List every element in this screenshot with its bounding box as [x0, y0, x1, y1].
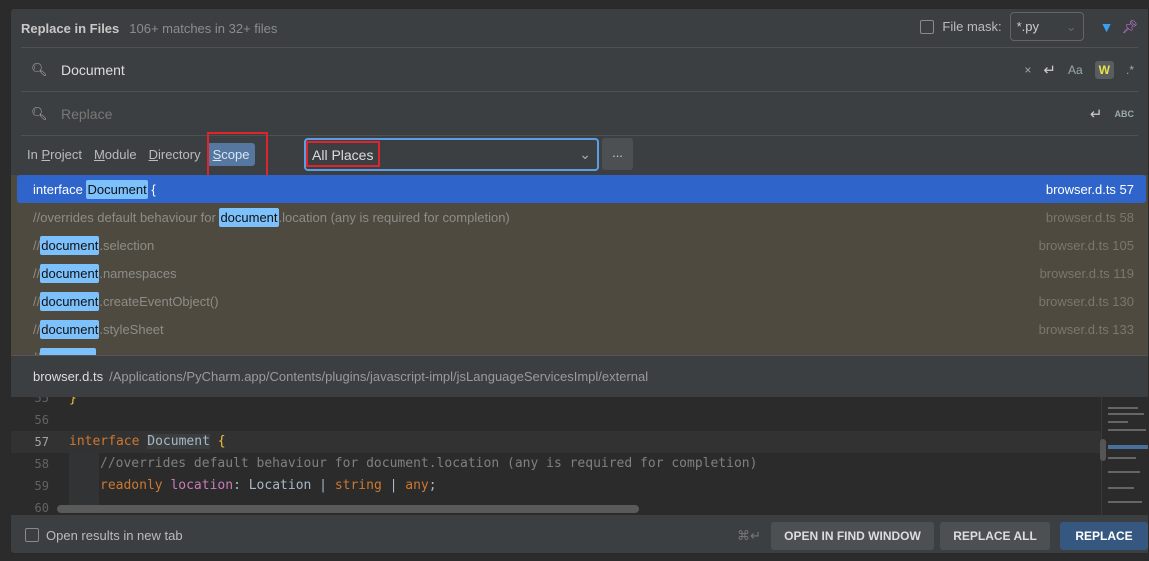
result-row[interactable]: //document.namespaces browser.d.ts 119	[17, 259, 1146, 287]
result-location: browser.d.ts 58	[1045, 209, 1134, 225]
filter-icon[interactable]: ▼	[1100, 19, 1114, 35]
match-highlight: document	[219, 207, 279, 227]
replace-button[interactable]: REPLACE	[1060, 522, 1148, 550]
minimap[interactable]	[1100, 397, 1148, 515]
code-preview: 55 56 57 58 59 60 } interface Document {…	[11, 397, 1101, 515]
line-number: 55	[34, 397, 49, 405]
replace-all-button[interactable]: REPLACE ALL	[940, 522, 1050, 550]
result-row[interactable]: //document.selection browser.d.ts 105	[17, 231, 1146, 259]
result-row[interactable]: //document.styleSheet browser.d.ts 133	[17, 315, 1146, 343]
match-highlight: document	[40, 291, 100, 311]
line-number: 57	[34, 435, 49, 449]
preview-file-name: browser.d.ts	[33, 369, 104, 384]
match-highlight: document	[40, 235, 100, 255]
result-location: browser.d.ts 105	[1038, 237, 1134, 253]
results-list: interface Document { browser.d.ts 57 //ove…	[11, 175, 1148, 355]
result-text: interface Document {	[33, 179, 156, 199]
code-line: interface Document {	[69, 434, 226, 449]
file-mask-dropdown[interactable]: *.py ⌄	[1009, 12, 1084, 41]
line-number: 58	[34, 457, 49, 471]
clear-icon[interactable]: ×	[1024, 63, 1031, 77]
result-row-partial[interactable]: //	[17, 343, 1146, 355]
result-text: //document.styleSheet	[33, 319, 164, 339]
match-summary: 106+ matches in 32+ files	[129, 20, 278, 36]
words-toggle[interactable]: W	[1094, 60, 1114, 79]
newline-icon[interactable]: ↵	[1090, 105, 1103, 123]
newline-icon[interactable]: ↵	[1043, 61, 1056, 79]
open-new-tab-label: Open results in new tab	[46, 527, 183, 543]
chevron-down-icon: ⌄	[579, 146, 591, 162]
result-text: //document.selection	[33, 235, 155, 255]
match-highlight: Document	[86, 179, 148, 199]
search-icon: 🔍︎	[31, 105, 48, 121]
result-location: browser.d.ts 57	[1045, 181, 1134, 197]
replace-input[interactable]: Replace	[51, 106, 1090, 122]
tab-module[interactable]: Module	[88, 143, 143, 166]
result-text: //overrides default behaviour for docume…	[33, 207, 510, 227]
preview-path-bar: browser.d.ts /Applications/PyCharm.app/C…	[11, 355, 1148, 397]
line-number: 60	[34, 501, 49, 515]
preserve-case-toggle[interactable]: ABC	[1115, 109, 1135, 119]
result-location: browser.d.ts 133	[1038, 321, 1134, 337]
line-number: 59	[34, 479, 49, 493]
file-mask-value: *.py	[1016, 19, 1040, 34]
search-row: 🔍︎ Document × ↵ Aa W .*	[21, 47, 1138, 91]
code-line: }	[69, 397, 77, 406]
vertical-scrollbar[interactable]	[1100, 439, 1106, 461]
result-text: //document.namespaces	[33, 263, 177, 283]
match-highlight: document	[40, 319, 100, 339]
shortcut-hint: ⌘↵	[737, 528, 761, 543]
more-scopes-button[interactable]: ...	[602, 138, 633, 170]
dialog-title: Replace in Files	[21, 20, 120, 36]
result-row[interactable]: //overrides default behaviour for docume…	[17, 203, 1146, 231]
code-line: //overrides default behaviour for docume…	[100, 456, 758, 471]
file-mask-label: File mask:	[942, 19, 1002, 34]
tab-directory[interactable]: Directory	[143, 143, 207, 166]
result-text: //document.createEventObject()	[33, 291, 219, 311]
result-location: browser.d.ts 130	[1038, 293, 1134, 309]
regex-toggle[interactable]: .*	[1126, 63, 1134, 77]
match-highlight: document	[40, 263, 100, 283]
pin-icon[interactable]: 📌︎	[1121, 19, 1138, 35]
tab-in-project[interactable]: In Project	[21, 143, 88, 166]
search-input[interactable]: Document	[51, 62, 1024, 78]
match-case-toggle[interactable]: Aa	[1068, 63, 1083, 77]
search-icon[interactable]: 🔍︎	[21, 62, 51, 78]
preview-file-path: /Applications/PyCharm.app/Contents/plugi…	[109, 369, 649, 384]
replace-row: 🔍︎ Replace ↵ ABC	[21, 91, 1138, 135]
line-number: 56	[34, 413, 49, 427]
file-mask-checkbox[interactable]	[920, 19, 935, 34]
result-location: browser.d.ts 119	[1039, 265, 1134, 281]
horizontal-scrollbar[interactable]	[57, 505, 639, 513]
highlight-box	[306, 141, 380, 167]
result-row[interactable]: interface Document { browser.d.ts 57	[17, 175, 1146, 203]
chevron-down-icon: ⌄	[1065, 18, 1077, 34]
open-new-tab-checkbox[interactable]	[25, 528, 39, 542]
result-row[interactable]: //document.createEventObject() browser.d.…	[17, 287, 1146, 315]
open-in-find-window-button[interactable]: OPEN IN FIND WINDOW	[771, 522, 934, 550]
title-bar[interactable]: Replace in Files 106+ matches in 32+ fil…	[11, 9, 1148, 47]
highlight-box	[207, 132, 268, 178]
replace-in-files-dialog: Replace in Files 106+ matches in 32+ fil…	[10, 8, 1149, 554]
dialog-footer: Open results in new tab ⌘↵ OPEN IN FIND …	[11, 515, 1148, 553]
code-line: readonly location: Location | string | a…	[100, 478, 437, 493]
